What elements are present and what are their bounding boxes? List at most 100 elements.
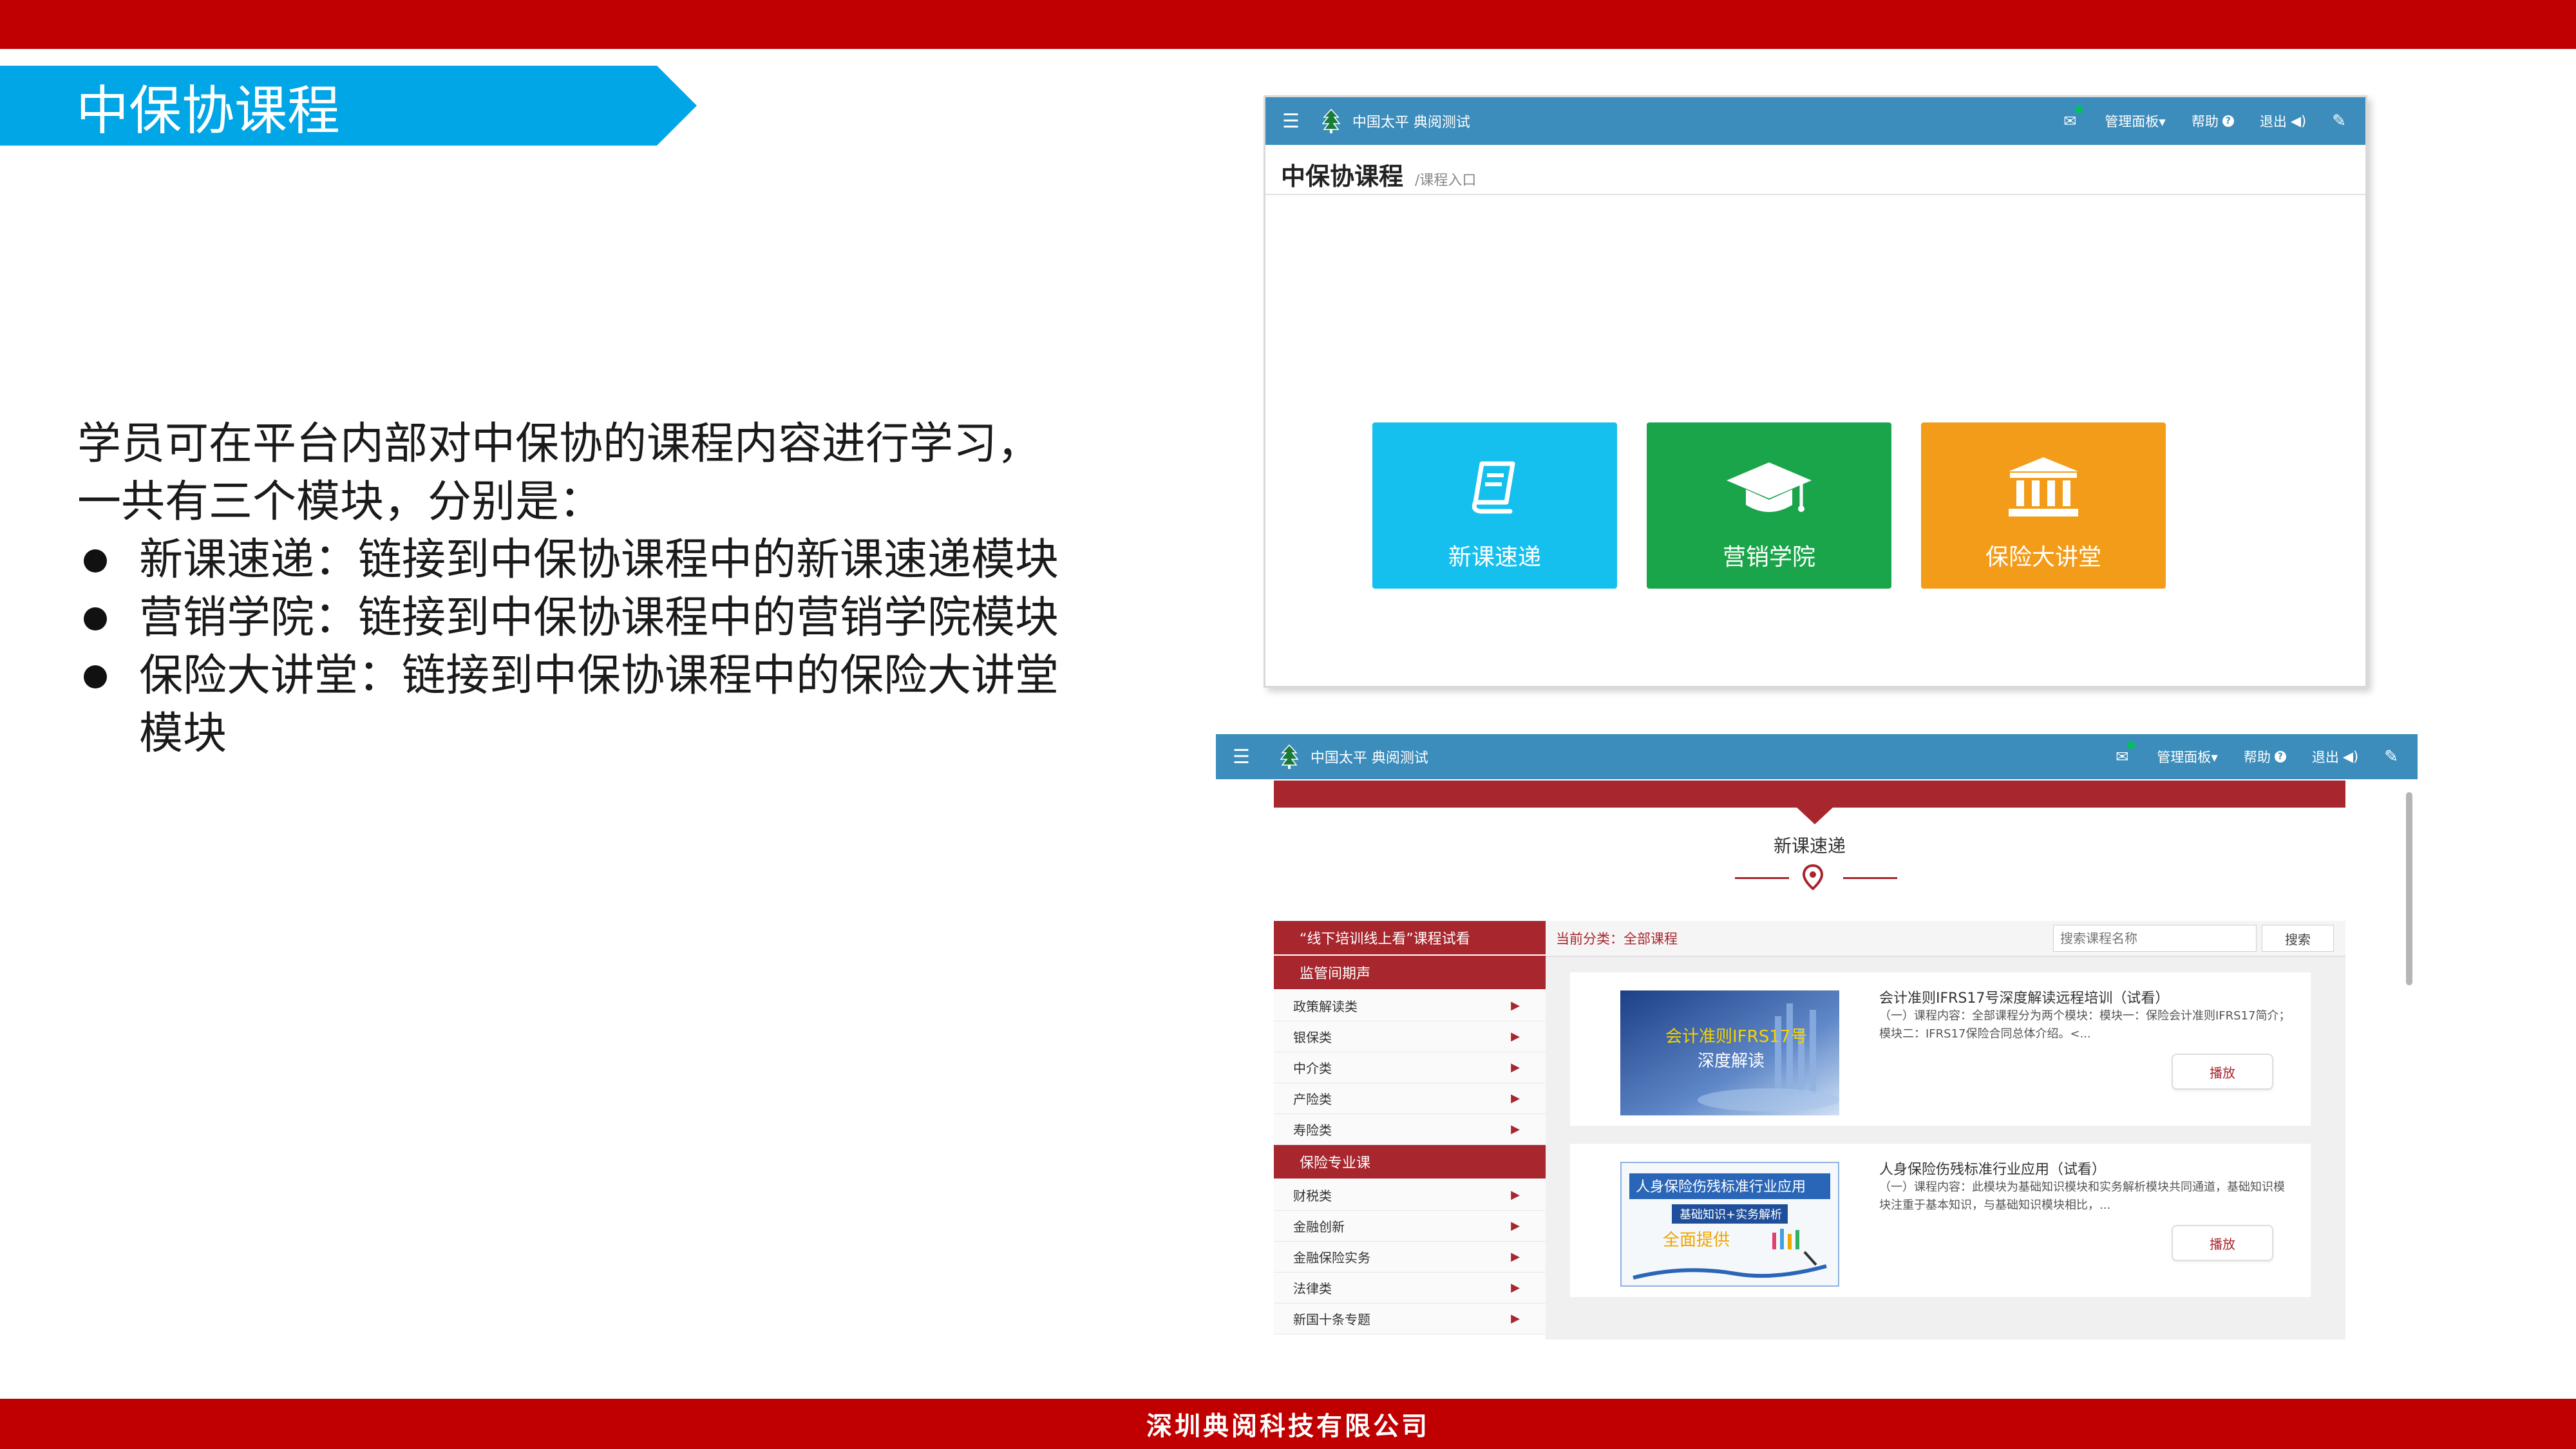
breadcrumb: /课程入口 bbox=[1415, 173, 1477, 189]
course-title[interactable]: 会计准则IFRS17号深度解读远程培训（试看） bbox=[1879, 987, 2291, 1007]
mail-icon[interactable]: ✉ bbox=[2063, 106, 2083, 130]
svg-text:深度解读: 深度解读 bbox=[1698, 1052, 1765, 1071]
scrollbar[interactable] bbox=[2406, 792, 2412, 985]
course-title[interactable]: 人身保险伤残标准行业应用（试看） bbox=[1879, 1158, 2291, 1179]
tile-label: 营销学院 bbox=[1722, 544, 1815, 571]
divider bbox=[1265, 194, 2365, 195]
sidebar-item[interactable]: 寿险类 ▶ bbox=[1274, 1114, 1546, 1145]
current-category: 当前分类：全部课程 bbox=[1556, 931, 1678, 947]
intro-text: 学员可在平台内部对中保协的课程内容进行学习，一共有三个模块，分别是： bbox=[77, 419, 1041, 527]
bullet-dot-icon bbox=[84, 549, 107, 573]
course-entry-screenshot: ☰ 中国太平 典阅测试 ✉ 管理面板▾ 帮助? 退出 ◀) ✎ 中保协课程 /课程… bbox=[1264, 95, 2367, 688]
course-list-panel: 当前分类：全部课程 搜索课程名称 搜索 会计准则IFRS17号 深度解读 会计准… bbox=[1546, 921, 2345, 1340]
course-thumbnail[interactable]: 会计准则IFRS17号 深度解读 bbox=[1620, 990, 1839, 1115]
sidebar-item[interactable]: 政策解读类 ▶ bbox=[1274, 990, 1546, 1021]
navbar: ☰ 中国太平 典阅测试 ✉ 管理面板▾ 帮助? 退出 ◀) ✎ bbox=[1216, 734, 2418, 779]
sidebar-item[interactable]: 新国十条专题 ▶ bbox=[1274, 1303, 1546, 1334]
bullet-list: 新课速递：链接到中保协课程中的新课速递模块 营销学院：链接到中保协课程中的营销学… bbox=[77, 531, 1082, 763]
sidebar-group-regulation[interactable]: 监管间期声 bbox=[1274, 956, 1546, 989]
company-name: 深圳典阅科技有限公司 bbox=[1146, 1411, 1430, 1441]
header-strip bbox=[1274, 781, 2345, 808]
sidebar-item[interactable]: 金融保险实务 ▶ bbox=[1274, 1242, 1546, 1273]
title-banner: 中保协课程 bbox=[0, 66, 697, 146]
caret-right-icon: ▶ bbox=[1511, 1312, 1520, 1325]
sidebar-item[interactable]: 财税类 ▶ bbox=[1274, 1180, 1546, 1211]
svg-text:全面提供: 全面提供 bbox=[1663, 1231, 1730, 1250]
hamburger-icon[interactable]: ☰ bbox=[1233, 746, 1250, 768]
caret-right-icon: ▶ bbox=[1511, 1030, 1520, 1043]
pen-icon[interactable]: ✎ bbox=[2384, 747, 2398, 766]
sidebar-group-trial[interactable]: “线下培训线上看”课程试看 bbox=[1274, 921, 1546, 954]
speaker-icon: ◀) bbox=[2290, 113, 2307, 129]
bullet-dot-icon bbox=[84, 607, 107, 630]
tile-new-courses[interactable]: 新课速递 bbox=[1372, 422, 1617, 589]
svg-text:会计准则IFRS17号: 会计准则IFRS17号 bbox=[1665, 1027, 1807, 1046]
tile-marketing-academy[interactable]: 营销学院 bbox=[1647, 422, 1891, 589]
tile-label: 新课速递 bbox=[1448, 544, 1541, 571]
course-description: （一）课程内容：全部课程分为两个模块：模块一：保险会计准则IFRS17简介；模块… bbox=[1879, 1009, 2291, 1041]
svg-text:基础知识+实务解析: 基础知识+实务解析 bbox=[1680, 1208, 1782, 1222]
question-icon: ? bbox=[2274, 751, 2286, 762]
bullet-item: 保险大讲堂：链接到中保协课程中的保险大讲堂模块 bbox=[77, 647, 1082, 763]
institution-icon bbox=[2005, 455, 2082, 519]
svg-text:人身保险伤残标准行业应用: 人身保险伤残标准行业应用 bbox=[1636, 1179, 1806, 1195]
slide-title: 中保协课程 bbox=[76, 80, 341, 142]
sidebar-item[interactable]: 金融创新 ▶ bbox=[1274, 1211, 1546, 1242]
speaker-icon: ◀) bbox=[2342, 749, 2359, 764]
top-red-bar bbox=[0, 0, 2576, 49]
filter-bar: 当前分类：全部课程 搜索 bbox=[1546, 921, 2345, 957]
play-button[interactable]: 播放 bbox=[2172, 1054, 2273, 1090]
pen-icon[interactable]: ✎ bbox=[2332, 111, 2346, 131]
caret-right-icon: ▶ bbox=[1511, 1092, 1520, 1105]
bullet-dot-icon bbox=[84, 665, 107, 688]
bullet-item: 新课速递：链接到中保协课程中的新课速递模块 bbox=[77, 531, 1082, 589]
sidebar-item[interactable]: 法律类 ▶ bbox=[1274, 1273, 1546, 1303]
decor-line-right bbox=[1843, 877, 1897, 879]
sidebar-group-professional[interactable]: 保险专业课 bbox=[1274, 1145, 1546, 1179]
description: 学员可在平台内部对中保协的课程内容进行学习，一共有三个模块，分别是： 新课速递：… bbox=[77, 415, 1082, 763]
help-menu[interactable]: 帮助? bbox=[2244, 747, 2286, 766]
caret-right-icon: ▶ bbox=[1511, 1219, 1520, 1233]
tile-insurance-lecture-hall[interactable]: 保险大讲堂 bbox=[1921, 422, 2166, 589]
manage-panel-menu[interactable]: 管理面板▾ bbox=[2105, 111, 2166, 131]
hamburger-icon[interactable]: ☰ bbox=[1282, 110, 1300, 133]
tile-label: 保险大讲堂 bbox=[1985, 544, 2101, 571]
page-title: 中保协课程 bbox=[1281, 162, 1404, 191]
sidebar-item[interactable]: 中介类 ▶ bbox=[1274, 1052, 1546, 1083]
location-pin-icon bbox=[1802, 864, 1824, 890]
tree-logo-icon bbox=[1321, 108, 1341, 133]
help-menu[interactable]: 帮助? bbox=[2192, 111, 2234, 131]
course-thumbnail[interactable]: 人身保险伤残标准行业应用 基础知识+实务解析 全面提供 bbox=[1620, 1162, 1839, 1287]
caret-right-icon: ▶ bbox=[1511, 1188, 1520, 1202]
caret-right-icon: ▶ bbox=[1511, 999, 1520, 1012]
slide: 中保协课程 学员可在平台内部对中保协的课程内容进行学习，一共有三个模块，分别是：… bbox=[0, 0, 2576, 1449]
brand-name: 中国太平 典阅测试 bbox=[1352, 115, 1470, 131]
logout-button[interactable]: 退出 ◀) bbox=[2312, 747, 2358, 766]
logout-button[interactable]: 退出 ◀) bbox=[2260, 111, 2306, 131]
search-input[interactable] bbox=[2053, 925, 2257, 952]
course-description: （一）课程内容：此模块为基础知识模块和实务解析模块共同通道，基础知识模块注重于基… bbox=[1879, 1180, 2285, 1212]
down-arrow-icon bbox=[1795, 806, 1834, 824]
search-button[interactable]: 搜索 bbox=[2262, 925, 2334, 952]
caret-right-icon: ▶ bbox=[1511, 1281, 1520, 1294]
play-button[interactable]: 播放 bbox=[2172, 1225, 2273, 1261]
tree-logo-icon bbox=[1280, 744, 1299, 769]
brand-name: 中国太平 典阅测试 bbox=[1310, 750, 1428, 766]
course-card: 会计准则IFRS17号 深度解读 会计准则IFRS17号深度解读远程培训（试看）… bbox=[1570, 972, 2311, 1126]
book-icon bbox=[1464, 455, 1526, 519]
mail-icon[interactable]: ✉ bbox=[2116, 741, 2136, 766]
sidebar-item[interactable]: 产险类 ▶ bbox=[1274, 1083, 1546, 1114]
graduation-cap-icon bbox=[1724, 455, 1814, 519]
manage-panel-menu[interactable]: 管理面板▾ bbox=[2157, 747, 2218, 766]
navbar: ☰ 中国太平 典阅测试 ✉ 管理面板▾ 帮助? 退出 ◀) ✎ bbox=[1265, 97, 2365, 145]
bullet-item: 营销学院：链接到中保协课程中的营销学院模块 bbox=[77, 589, 1082, 647]
question-icon: ? bbox=[2222, 115, 2234, 127]
caret-right-icon: ▶ bbox=[1511, 1250, 1520, 1264]
caret-right-icon: ▶ bbox=[1511, 1122, 1520, 1136]
sidebar-item[interactable]: 银保类 ▶ bbox=[1274, 1021, 1546, 1052]
page-heading: 中保协课程 /课程入口 bbox=[1281, 156, 1476, 192]
section-title: 新课速递 bbox=[1773, 835, 1846, 857]
course-card: 人身保险伤残标准行业应用 基础知识+实务解析 全面提供 人身保险伤残标准行业应用… bbox=[1570, 1144, 2311, 1297]
notification-badge bbox=[2075, 106, 2083, 113]
decor-line-left bbox=[1735, 877, 1789, 879]
